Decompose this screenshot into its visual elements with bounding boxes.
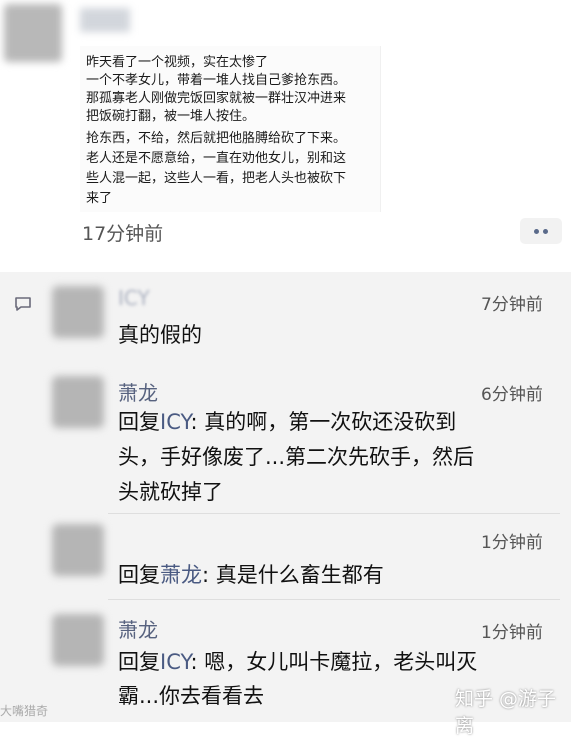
post-text-line: 一个不孝女儿，带着一堆人找自己爹抢东西。 — [86, 73, 347, 88]
comment-timestamp: 1分钟前 — [481, 533, 543, 553]
reply-prefix: 回复 — [118, 410, 160, 434]
comment-text: 回复萧龙: 真是什么畜生都有 — [118, 558, 384, 593]
comment-icon — [15, 297, 31, 311]
comment-text-line: : 嗯，女儿叫卡魔拉，老头叫灭 — [190, 650, 478, 674]
commenter-name[interactable]: ICY — [118, 286, 150, 310]
post-text-line: 老人还是不愿意给，一直在劝他女儿，别和这 — [86, 151, 347, 166]
avatar[interactable] — [52, 286, 104, 338]
post-text-line: 昨天看了一个视频，实在太惨了 — [86, 55, 269, 70]
watermark-right: 知乎 @游子离 — [455, 688, 557, 737]
post-text-line: 来了 — [86, 191, 113, 206]
post-text-line: 些人混一起，这些人一看，把老人头也被砍下 — [86, 171, 347, 186]
avatar[interactable] — [52, 376, 104, 428]
more-icon — [534, 228, 539, 234]
reply-to-user[interactable]: ICY — [160, 650, 191, 674]
commenter-name[interactable]: 萧龙 — [118, 377, 158, 406]
avatar[interactable] — [52, 614, 104, 666]
divider — [108, 599, 560, 600]
reply-prefix: 回复 — [118, 563, 160, 587]
divider — [108, 513, 560, 514]
comment-text: 回复ICY: 嗯，女儿叫卡魔拉，老头叫灭 — [118, 645, 477, 680]
commenter-name[interactable]: 萧龙 — [118, 614, 158, 643]
watermark-left: 大嘴猎奇 — [0, 704, 49, 718]
post-author-avatar[interactable] — [4, 4, 62, 62]
post-text-line: 抢东西，不给，然后就把他胳膊给砍了下来。 — [86, 131, 347, 146]
comment-text-line: 头就砍掉了 — [118, 480, 223, 504]
post-text-line: 那孤寡老人刚做完饭回家就被一群壮汉冲进来 — [86, 91, 347, 106]
comment-text: 真的假的 — [118, 323, 202, 347]
more-button[interactable] — [520, 218, 562, 244]
post-timestamp: 17分钟前 — [82, 223, 164, 245]
post-text-line: 把饭碗打翻，被一堆人按住。 — [86, 109, 256, 124]
comment-timestamp: 1分钟前 — [481, 623, 543, 643]
comment-text-line: : 真是什么畜生都有 — [202, 563, 384, 587]
comment-text-line: 霸...你去看看去 — [118, 684, 265, 708]
comment-timestamp: 6分钟前 — [481, 385, 543, 405]
comment-text-line: 头，手好像废了...第二次先砍手，然后 — [118, 445, 475, 469]
comment-text: 回复ICY: 真的啊，第一次砍还没砍到 — [118, 405, 456, 440]
comment-timestamp: 7分钟前 — [481, 295, 543, 315]
comment-text-line: : 真的啊，第一次砍还没砍到 — [190, 410, 457, 434]
more-icon — [543, 228, 548, 234]
post-author-name[interactable] — [80, 8, 130, 32]
reply-to-user[interactable]: ICY — [160, 410, 191, 434]
reply-to-user[interactable]: 萧龙 — [160, 563, 202, 587]
reply-prefix: 回复 — [118, 650, 160, 674]
avatar[interactable] — [52, 524, 104, 576]
